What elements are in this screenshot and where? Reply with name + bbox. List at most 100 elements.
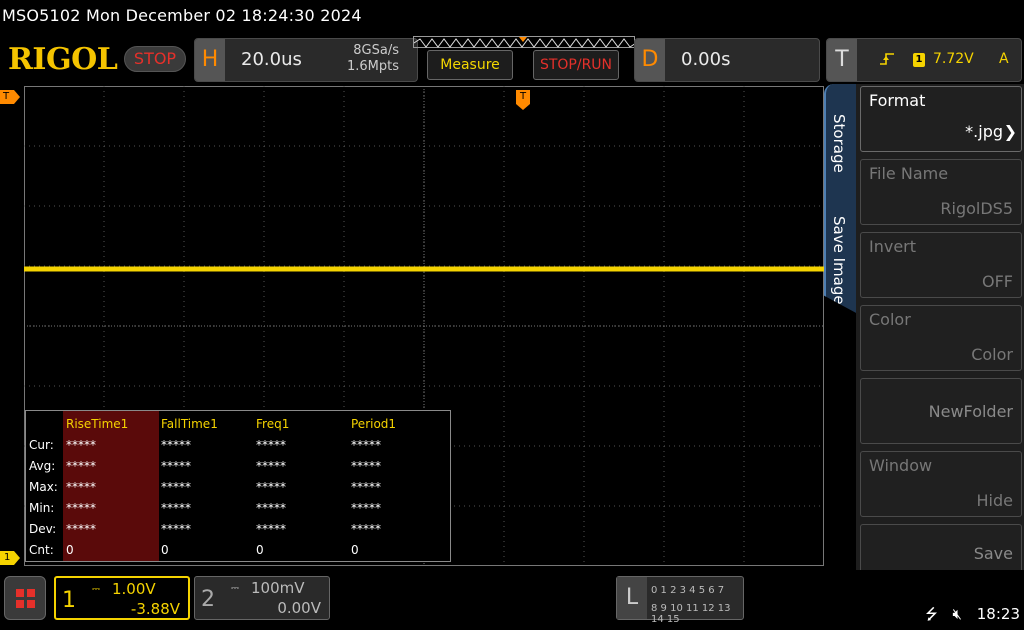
run-state-badge: STOP bbox=[124, 46, 186, 72]
menu-new-folder-value: NewFolder bbox=[928, 402, 1013, 421]
measure-cell: ***** bbox=[351, 522, 381, 536]
menu-file-name[interactable]: File Name RigolDS5 bbox=[860, 159, 1022, 225]
menu-color-title: Color bbox=[869, 310, 911, 329]
measure-row-label: Min: bbox=[29, 501, 55, 515]
ch2-number: 2 bbox=[201, 587, 215, 612]
measure-cell: ***** bbox=[256, 438, 286, 452]
measure-cell: ***** bbox=[161, 522, 191, 536]
measure-row-label: Cur: bbox=[29, 438, 54, 452]
measure-cell: ***** bbox=[351, 501, 381, 515]
measure-cell: ***** bbox=[161, 438, 191, 452]
channel-1-panel[interactable]: 1 ⎓ 1.00V -3.88V bbox=[54, 576, 190, 620]
mute-icon[interactable]: 🔇︎ bbox=[953, 605, 962, 623]
ch1-scale: 1.00V bbox=[112, 580, 156, 598]
measure-cell: 0 bbox=[161, 543, 169, 557]
measure-cell: ***** bbox=[256, 501, 286, 515]
usb-icon: ⭍ bbox=[925, 605, 938, 623]
tab-storage[interactable]: Storage bbox=[830, 114, 848, 173]
ch2-offset: 0.00V bbox=[277, 599, 321, 617]
trigger-letter: T bbox=[827, 39, 857, 81]
grid-menu-icon bbox=[16, 589, 35, 608]
channel-2-panel[interactable]: 2 ⎓ 100mV 0.00V bbox=[194, 576, 330, 620]
measure-cell: ***** bbox=[66, 438, 96, 452]
menu-new-folder[interactable]: NewFolder bbox=[860, 378, 1022, 444]
title-bar: MSO5102 Mon December 02 18:24:30 2024 bbox=[0, 0, 1024, 32]
measure-cell: ***** bbox=[66, 522, 96, 536]
ch1-number: 1 bbox=[62, 588, 76, 613]
measure-cell: 0 bbox=[66, 543, 74, 557]
measure-cell: ***** bbox=[161, 480, 191, 494]
timebase-value: 20.0us bbox=[241, 49, 302, 70]
measure-column-header: Freq1 bbox=[256, 417, 290, 431]
measure-cell: ***** bbox=[66, 459, 96, 473]
measure-row-label: Max: bbox=[29, 480, 58, 494]
menu-file-name-title: File Name bbox=[869, 164, 949, 183]
menu-invert-title: Invert bbox=[869, 237, 917, 256]
measure-column-header: RiseTime1 bbox=[66, 417, 129, 431]
status-area: ⭍ 🔇︎ 18:23 bbox=[915, 604, 1020, 629]
menu-format-title: Format bbox=[869, 91, 926, 110]
measure-cell: ***** bbox=[256, 522, 286, 536]
measure-button[interactable]: Measure bbox=[427, 50, 513, 80]
side-menu: Format *.jpg ❯ File Name RigolDS5 Invert… bbox=[856, 84, 1024, 580]
measure-cell: ***** bbox=[256, 480, 286, 494]
trigger-source: 1 bbox=[913, 53, 925, 67]
measure-column-header: FallTime1 bbox=[161, 417, 218, 431]
menu-color-value: Color bbox=[971, 345, 1013, 364]
delay-value: 0.00s bbox=[681, 49, 731, 70]
menu-window-title: Window bbox=[869, 456, 933, 475]
menu-save-value: Save bbox=[973, 544, 1013, 563]
menu-format[interactable]: Format *.jpg ❯ bbox=[860, 86, 1022, 152]
rigol-logo: RIGOL bbox=[8, 42, 118, 77]
delay-letter: D bbox=[635, 39, 665, 81]
ch1-offset: -3.88V bbox=[130, 600, 180, 618]
horizontal-panel[interactable]: H 20.0us 8GSa/s 1.6Mpts bbox=[194, 38, 418, 82]
measure-cell: ***** bbox=[256, 459, 286, 473]
trigger-level: 7.72V bbox=[933, 51, 974, 67]
measurement-table: RiseTime1 FallTime1 Freq1 Period1 Cur: *… bbox=[25, 410, 451, 562]
top-bar: RIGOL STOP H 20.0us 8GSa/s 1.6Mpts Measu… bbox=[0, 32, 1024, 86]
menu-file-name-value: RigolDS5 bbox=[940, 199, 1013, 218]
menu-color[interactable]: Color Color bbox=[860, 305, 1022, 371]
dc-coupling-icon: ⎓ bbox=[92, 584, 100, 595]
logic-letter: L bbox=[617, 577, 647, 619]
logic-channels-high: 8 9 10 11 12 13 14 15 bbox=[651, 603, 731, 625]
logic-analyzer-panel[interactable]: L 0 1 2 3 4 5 6 7 8 9 10 11 12 13 14 15 bbox=[616, 576, 744, 625]
horizontal-letter: H bbox=[195, 39, 225, 81]
menu-format-value: *.jpg bbox=[965, 122, 1003, 141]
trigger-mode: A bbox=[999, 51, 1009, 67]
rising-edge-icon bbox=[879, 51, 895, 71]
sample-rate: 8GSa/s bbox=[353, 43, 399, 58]
menu-window[interactable]: Window Hide bbox=[860, 451, 1022, 517]
dc-coupling-icon: ⎓ bbox=[231, 583, 239, 594]
stop-run-button[interactable]: STOP/RUN bbox=[533, 50, 619, 80]
memory-position-strip bbox=[413, 36, 636, 48]
measure-row-label: Cnt: bbox=[29, 543, 54, 557]
measure-cell: ***** bbox=[351, 459, 381, 473]
menu-invert[interactable]: Invert OFF bbox=[860, 232, 1022, 298]
ch2-scale: 100mV bbox=[251, 579, 305, 597]
side-menu-tabs: Storage Save Image bbox=[824, 84, 858, 314]
measure-cell: ***** bbox=[351, 480, 381, 494]
measure-cell: ***** bbox=[66, 501, 96, 515]
chevron-right-icon: ❯ bbox=[1003, 122, 1017, 141]
device-datetime: MSO5102 Mon December 02 18:24:30 2024 bbox=[2, 6, 362, 25]
home-button[interactable] bbox=[4, 576, 46, 620]
delay-panel[interactable]: D 0.00s bbox=[634, 38, 820, 82]
measure-row-label: Dev: bbox=[29, 522, 57, 536]
measure-cell: 0 bbox=[351, 543, 359, 557]
ch1-offset-marker[interactable]: 1 bbox=[0, 551, 20, 565]
measure-cell: 0 bbox=[256, 543, 264, 557]
menu-window-value: Hide bbox=[976, 491, 1013, 510]
measure-cell: ***** bbox=[161, 459, 191, 473]
memory-depth: 1.6Mpts bbox=[346, 59, 399, 74]
tab-save-image[interactable]: Save Image bbox=[830, 216, 848, 305]
measure-column-header: Period1 bbox=[351, 417, 397, 431]
measure-cell: ***** bbox=[161, 501, 191, 515]
measure-cell: ***** bbox=[351, 438, 381, 452]
trigger-level-marker[interactable]: T bbox=[0, 90, 20, 104]
measure-cell: ***** bbox=[66, 480, 96, 494]
ch1-trace bbox=[24, 266, 824, 272]
measure-row-label: Avg: bbox=[29, 459, 56, 473]
trigger-panel[interactable]: T 1 7.72V A bbox=[826, 38, 1022, 82]
